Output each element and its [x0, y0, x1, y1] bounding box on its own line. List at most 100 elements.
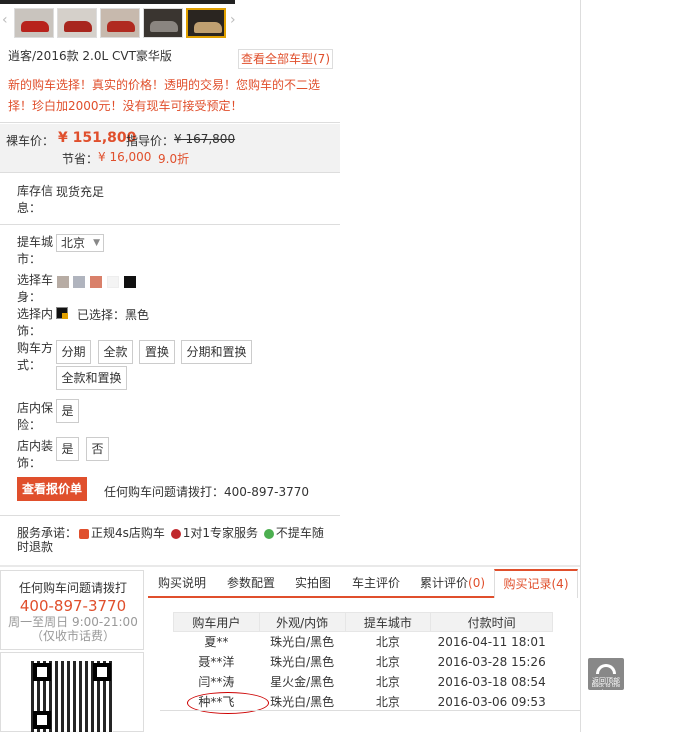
product-title: 逍客/2016款 2.0L CVT豪华版 — [8, 49, 172, 63]
divider — [0, 122, 340, 123]
color-swatch-2[interactable] — [73, 276, 85, 288]
table-row: 闫**涛 星火金/黑色 北京 2016-03-18 08:54 — [174, 672, 553, 692]
divider — [160, 710, 580, 711]
detail-tabs: 购买说明 参数配置 实拍图 车主评价 累计评价(0) 购买记录(4) — [148, 569, 578, 598]
chevron-left-icon[interactable]: ‹ — [2, 12, 8, 28]
col-user: 购车用户 — [173, 612, 260, 632]
tab-photos[interactable]: 实拍图 — [295, 570, 331, 596]
back-to-top-button[interactable]: 返回顶部 Back to the top — [588, 658, 624, 695]
service-promise: 服务承诺： 正规4s店购车 1对1专家服务 不提车随时退款 — [17, 526, 335, 554]
service-item-2: 1对1专家服务 — [182, 526, 259, 540]
decoration-label: 店内装饰： — [17, 439, 54, 470]
cell-city: 北京 — [375, 635, 400, 650]
color-swatch-1[interactable] — [57, 276, 69, 288]
thumbnail-5[interactable] — [186, 8, 226, 38]
interior-swatch[interactable] — [56, 307, 68, 319]
guide-price-label: 指导价： — [126, 134, 175, 148]
qr-corner — [93, 663, 111, 681]
service-item-1: 正规4s店购车 — [91, 526, 165, 540]
purchase-option-installment[interactable]: 分期 — [56, 340, 91, 364]
tab-purchase-records[interactable]: 购买记录(4) — [494, 569, 578, 598]
city-select[interactable]: 北京 ▼ — [56, 234, 104, 252]
qr-corner — [33, 711, 51, 729]
right-frame-line — [580, 0, 581, 732]
tab-cumulative-reviews[interactable]: 累计评价(0) — [420, 570, 485, 596]
thumbnail-3[interactable] — [100, 8, 140, 38]
thumbnail-1[interactable] — [14, 8, 54, 38]
view-quote-button[interactable]: 查看报价单 — [17, 477, 87, 501]
discount-value: 9.0折 — [158, 152, 190, 166]
cell-color: 珠光白/黑色 — [270, 695, 335, 709]
table-row: 聂**洋 珠光白/黑色 北京 2016-03-28 15:26 — [174, 652, 553, 672]
cell-time: 2016-04-11 18:01 — [437, 634, 546, 649]
stock-value: 现货充足 — [56, 185, 105, 199]
cell-time: 2016-03-06 09:53 — [437, 694, 546, 709]
cell-color: 珠光白/黑色 — [270, 635, 335, 650]
divider — [0, 224, 340, 225]
thumbnail-strip: ‹ › — [0, 0, 340, 40]
tab-owner-reviews[interactable]: 车主评价 — [352, 570, 400, 596]
stock-label: 库存信息： — [17, 184, 54, 215]
cell-color: 珠光白/黑色 — [270, 655, 335, 669]
qr-corner — [33, 663, 51, 681]
color-swatch-4[interactable] — [107, 276, 119, 288]
cell-user: 聂**洋 — [198, 655, 235, 669]
purchase-label: 购车方式： — [17, 341, 54, 372]
interior-label: 选择内饰： — [17, 307, 54, 338]
city-value: 北京 — [61, 236, 86, 250]
refund-badge-icon — [263, 528, 274, 539]
decoration-option-no[interactable]: 否 — [86, 437, 109, 461]
cell-user: 闫**涛 — [198, 675, 235, 689]
net-price-label: 裸车价： — [6, 134, 55, 148]
col-color: 外观/内饰 — [258, 612, 346, 632]
tab-label: 累计评价 — [420, 576, 469, 590]
decoration-option-yes[interactable]: 是 — [56, 437, 79, 461]
table-row: 夏** 珠光白/黑色 北京 2016-04-11 18:01 — [174, 632, 553, 652]
col-city: 提车城市 — [344, 612, 432, 632]
purchase-option-installment-tradein[interactable]: 分期和置换 — [181, 340, 252, 364]
insurance-option-yes[interactable]: 是 — [56, 399, 79, 423]
body-color-label: 选择车身： — [17, 273, 54, 304]
hotline-text: 任何购车问题请拨打：400-897-3770 — [104, 485, 310, 499]
cell-time: 2016-03-28 15:26 — [437, 654, 546, 669]
thumb-car — [150, 21, 178, 32]
divider — [0, 172, 340, 173]
table-header-row: 购车用户 外观/内饰 提车城市 付款时间 — [173, 612, 553, 632]
tab-count: (0) — [468, 576, 486, 590]
qr-panel — [0, 652, 144, 732]
price-box: 裸车价： ¥ 151,800 指导价： ¥ 167,800 节省： ¥ 16,0… — [0, 124, 340, 172]
purchase-option-tradein[interactable]: 置换 — [139, 340, 175, 364]
expert-badge-icon — [170, 528, 181, 539]
cell-city: 北京 — [375, 675, 400, 689]
purchase-option-full[interactable]: 全款 — [98, 340, 133, 364]
purchase-option-full-tradein[interactable]: 全款和置换 — [56, 366, 127, 390]
thumb-car — [107, 21, 135, 32]
city-label: 提车城市： — [17, 235, 54, 266]
service-label: 服务承诺： — [17, 526, 78, 540]
all-models-button[interactable]: 查看全部车型(7) — [238, 49, 333, 69]
color-swatch-3[interactable] — [90, 276, 102, 288]
back-to-top-sub: Back to the top — [591, 683, 621, 695]
shop-badge-icon — [79, 528, 90, 539]
divider — [0, 515, 340, 516]
arrow-up-icon — [596, 664, 616, 674]
col-time: 付款时间 — [430, 612, 553, 632]
cell-time: 2016-03-18 08:54 — [437, 674, 546, 689]
color-swatch-5[interactable] — [124, 276, 136, 288]
chevron-right-icon[interactable]: › — [230, 12, 236, 28]
chevron-down-icon: ▼ — [93, 238, 100, 248]
save-value: ¥ 16,000 — [98, 150, 152, 164]
help-hours-text: 周一至周日 9:00-21:00 — [8, 615, 138, 629]
thumbnail-4[interactable] — [143, 8, 183, 38]
cell-color: 星火金/黑色 — [270, 675, 335, 689]
thumb-car — [64, 21, 92, 32]
tab-label: 购买记录 — [503, 577, 552, 591]
help-title: 任何购车问题请拨打 — [18, 581, 127, 595]
net-price-value: ¥ 151,800 — [58, 130, 137, 146]
gallery-bar — [0, 0, 235, 4]
tab-specs[interactable]: 参数配置 — [227, 570, 275, 596]
section-divider — [0, 565, 580, 567]
thumbnail-2[interactable] — [57, 8, 97, 38]
tab-purchase-info[interactable]: 购买说明 — [158, 570, 206, 596]
cell-city: 北京 — [375, 655, 400, 669]
